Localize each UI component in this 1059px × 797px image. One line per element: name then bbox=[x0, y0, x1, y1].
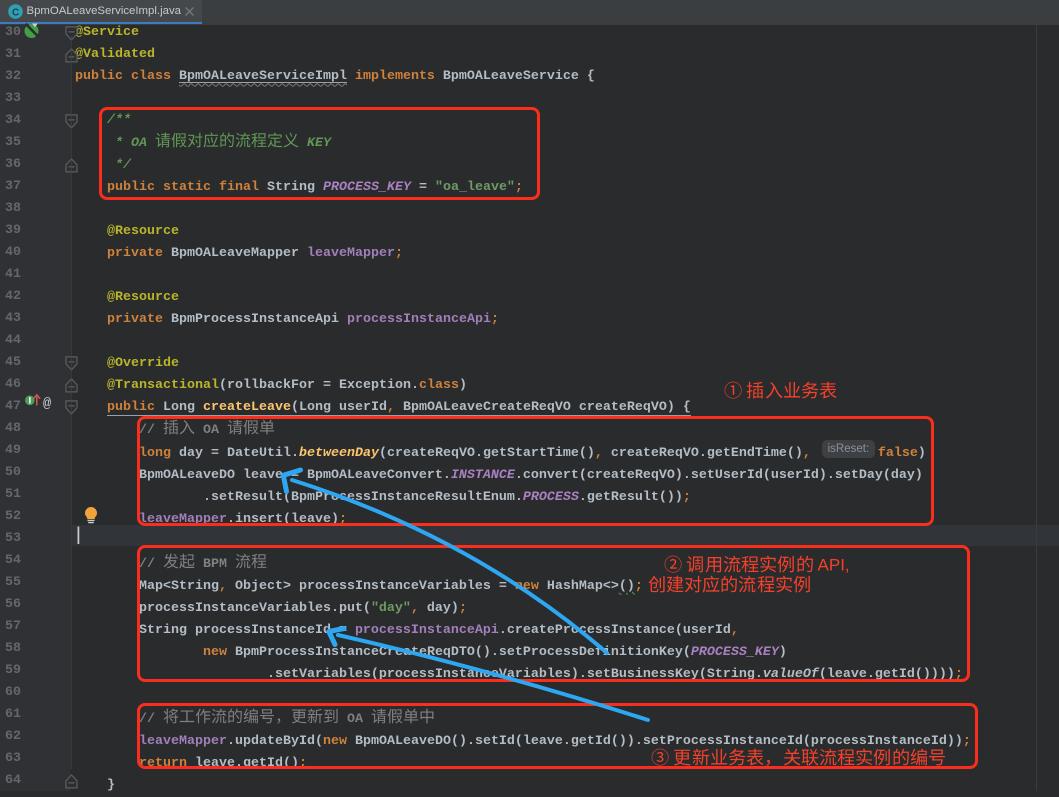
svg-text:@: @ bbox=[43, 397, 51, 412]
